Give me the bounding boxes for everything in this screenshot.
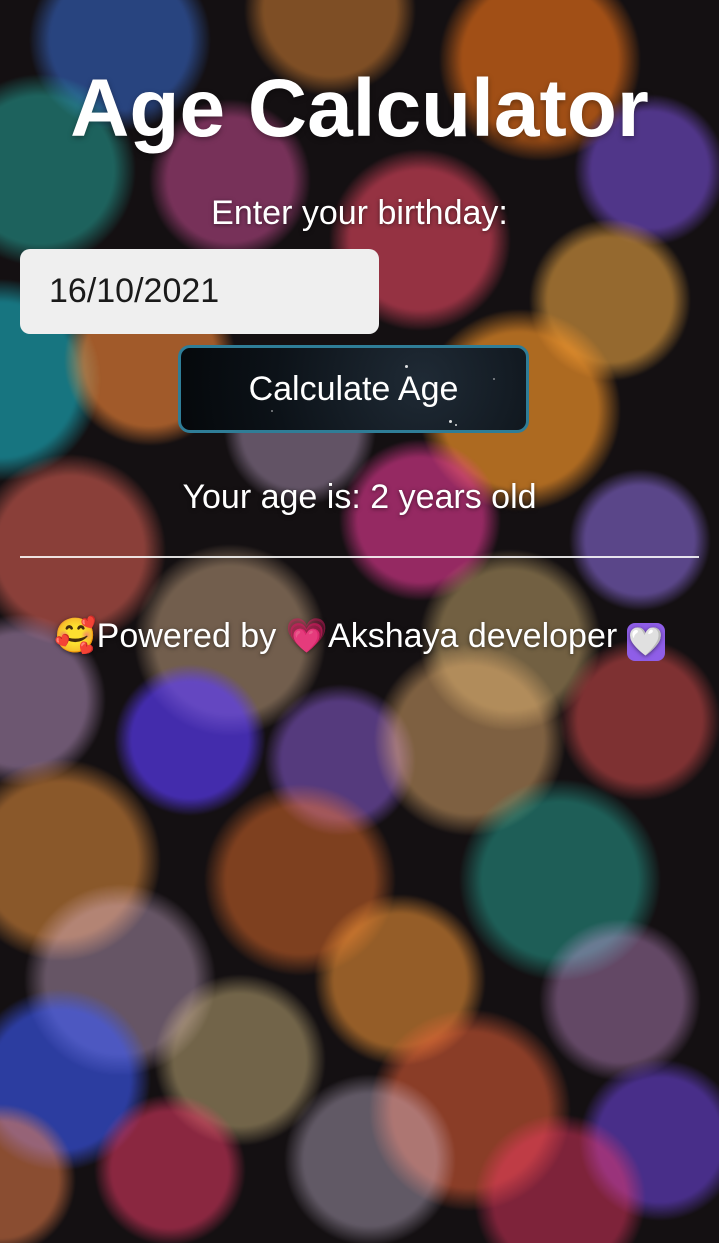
developer-name: Akshaya developer <box>328 617 618 655</box>
birthday-prompt: Enter your birthday: <box>211 194 508 232</box>
powered-by-text: Powered by <box>96 617 277 655</box>
age-calculator-page: Age Calculator Enter your birthday: Calc… <box>0 0 719 1243</box>
birthday-input[interactable] <box>20 249 379 334</box>
age-result: Your age is: 2 years old <box>182 478 537 516</box>
footer-credit: 🥰Powered by 💗Akshaya developer 🤍 <box>0 616 719 661</box>
white-heart-icon: 🤍 <box>626 623 665 661</box>
smiling-face-with-hearts-icon: 🥰 <box>54 616 97 656</box>
growing-heart-icon: 💗 <box>285 616 329 656</box>
page-title: Age Calculator <box>70 63 649 154</box>
calculate-age-label: Calculate Age <box>248 369 459 408</box>
divider <box>20 556 699 558</box>
calculate-age-button[interactable]: Calculate Age <box>178 345 529 433</box>
